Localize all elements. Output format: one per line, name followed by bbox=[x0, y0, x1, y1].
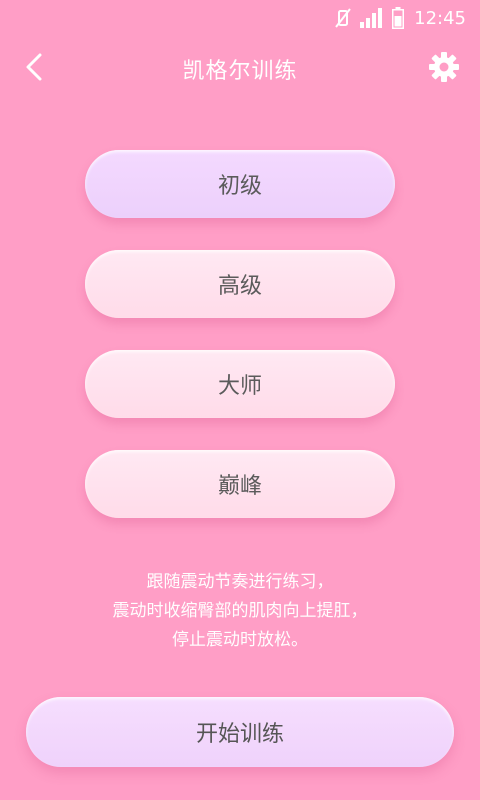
status-bar: 12:45 bbox=[0, 0, 480, 36]
signal-icon bbox=[360, 8, 384, 28]
instruction-line-1: 跟随震动节奏进行练习， bbox=[146, 572, 334, 592]
battery-icon bbox=[392, 7, 405, 29]
back-arrow-icon bbox=[23, 52, 45, 86]
level-list: 初级 高级 大师 巅峰 bbox=[85, 150, 395, 550]
app-bar: 凯格尔训练 bbox=[0, 36, 480, 102]
start-training-button[interactable]: 开始训练 bbox=[26, 697, 454, 767]
gear-icon bbox=[428, 51, 460, 87]
settings-button[interactable] bbox=[424, 49, 464, 89]
instruction-text: 跟随震动节奏进行练习， 震动时收缩臀部的肌肉向上提肛， 停止震动时放松。 bbox=[0, 568, 480, 655]
back-button[interactable] bbox=[14, 49, 54, 89]
page-title: 凯格尔训练 bbox=[182, 59, 298, 84]
instruction-line-3: 停止震动时放松。 bbox=[172, 630, 308, 650]
level-beginner-button[interactable]: 初级 bbox=[85, 150, 395, 218]
instruction-line-2: 震动时收缩臀部的肌肉向上提肛， bbox=[112, 601, 368, 621]
status-time: 12:45 bbox=[414, 7, 466, 29]
level-peak-button[interactable]: 巅峰 bbox=[85, 450, 395, 518]
level-master-button[interactable]: 大师 bbox=[85, 350, 395, 418]
vibrate-off-icon bbox=[334, 7, 352, 29]
level-advanced-button[interactable]: 高级 bbox=[85, 250, 395, 318]
